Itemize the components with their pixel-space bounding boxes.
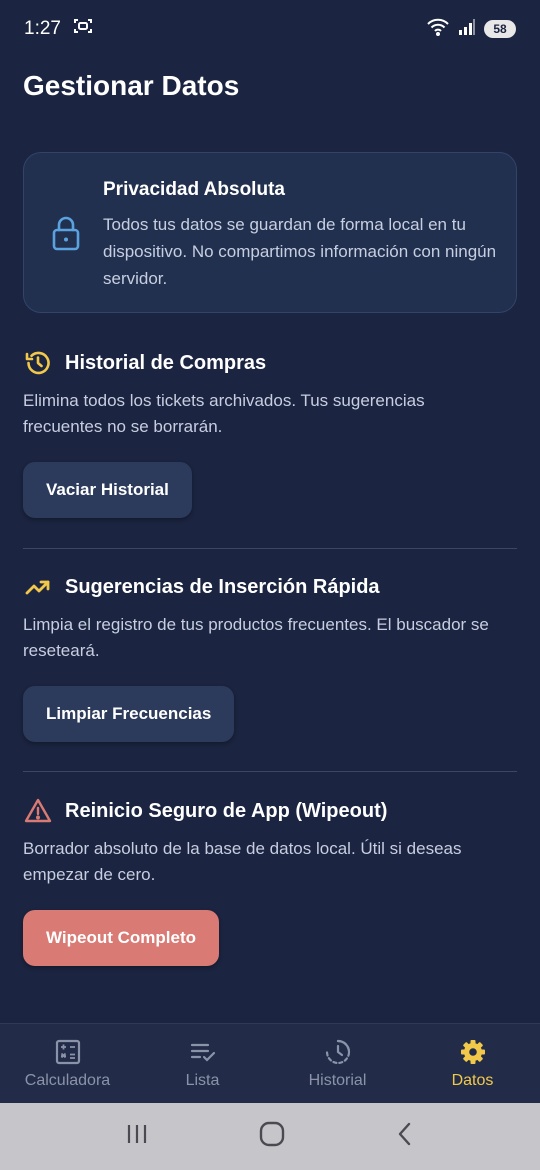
gear-icon xyxy=(459,1038,487,1066)
clear-history-button[interactable]: Vaciar Historial xyxy=(23,462,192,518)
nav-item-datos[interactable]: Datos xyxy=(405,1024,540,1103)
privacy-title: Privacidad Absoluta xyxy=(103,179,285,200)
nav-label: Datos xyxy=(451,1072,494,1089)
status-bar: 1:27 58 xyxy=(0,0,540,58)
section-title: Historial de Compras xyxy=(65,351,267,374)
nav-item-lista[interactable]: Lista xyxy=(135,1024,270,1103)
history-icon xyxy=(324,1038,352,1066)
page-title: Gestionar Datos xyxy=(23,70,240,101)
nav-item-historial[interactable]: Historial xyxy=(270,1024,405,1103)
clear-frequencies-button[interactable]: Limpiar Frecuencias xyxy=(23,686,235,742)
divider xyxy=(23,548,517,549)
wipeout-button[interactable]: Wipeout Completo xyxy=(23,910,219,966)
nav-label: Calculadora xyxy=(24,1072,111,1089)
section-description: Elimina todos los tickets archivados. Tu… xyxy=(23,391,425,436)
nav-label: Historial xyxy=(308,1072,367,1089)
checklist-icon xyxy=(189,1038,217,1066)
section-history: Historial de Compras Elimina todos los t… xyxy=(23,347,517,518)
nav-item-calculadora[interactable]: Calculadora xyxy=(0,1024,135,1103)
privacy-card: Privacidad Absoluta Todos tus datos se g… xyxy=(23,152,517,313)
nav-label: Lista xyxy=(185,1072,220,1089)
history-icon xyxy=(23,348,53,378)
section-suggestions: Sugerencias de Inserción Rápida Limpia e… xyxy=(23,571,517,742)
home-icon[interactable] xyxy=(258,1120,286,1153)
section-description: Borrador absoluto de la base de datos lo… xyxy=(23,839,462,884)
privacy-text: Todos tus datos se guardan de forma loca… xyxy=(103,215,497,288)
trending-up-icon xyxy=(23,572,53,602)
section-title: Sugerencias de Inserción Rápida xyxy=(65,575,380,598)
calculator-icon xyxy=(55,1038,81,1066)
section-description: Limpia el registro de tus productos frec… xyxy=(23,615,489,660)
back-icon[interactable] xyxy=(394,1121,416,1152)
wifi-icon xyxy=(426,18,450,41)
warning-icon xyxy=(23,796,53,826)
recent-apps-icon[interactable] xyxy=(124,1122,150,1151)
lock-icon xyxy=(51,215,81,256)
bottom-nav: Calculadora Lista Historial Datos xyxy=(0,1023,540,1103)
system-nav-bar xyxy=(0,1103,540,1170)
status-time: 1:27 xyxy=(24,18,61,39)
section-wipeout: Reinicio Seguro de App (Wipeout) Borrado… xyxy=(23,795,517,966)
divider xyxy=(23,771,517,772)
battery-indicator: 58 xyxy=(484,20,516,38)
section-title: Reinicio Seguro de App (Wipeout) xyxy=(65,799,388,822)
signal-icon xyxy=(458,18,476,41)
screen-record-icon xyxy=(73,17,93,41)
